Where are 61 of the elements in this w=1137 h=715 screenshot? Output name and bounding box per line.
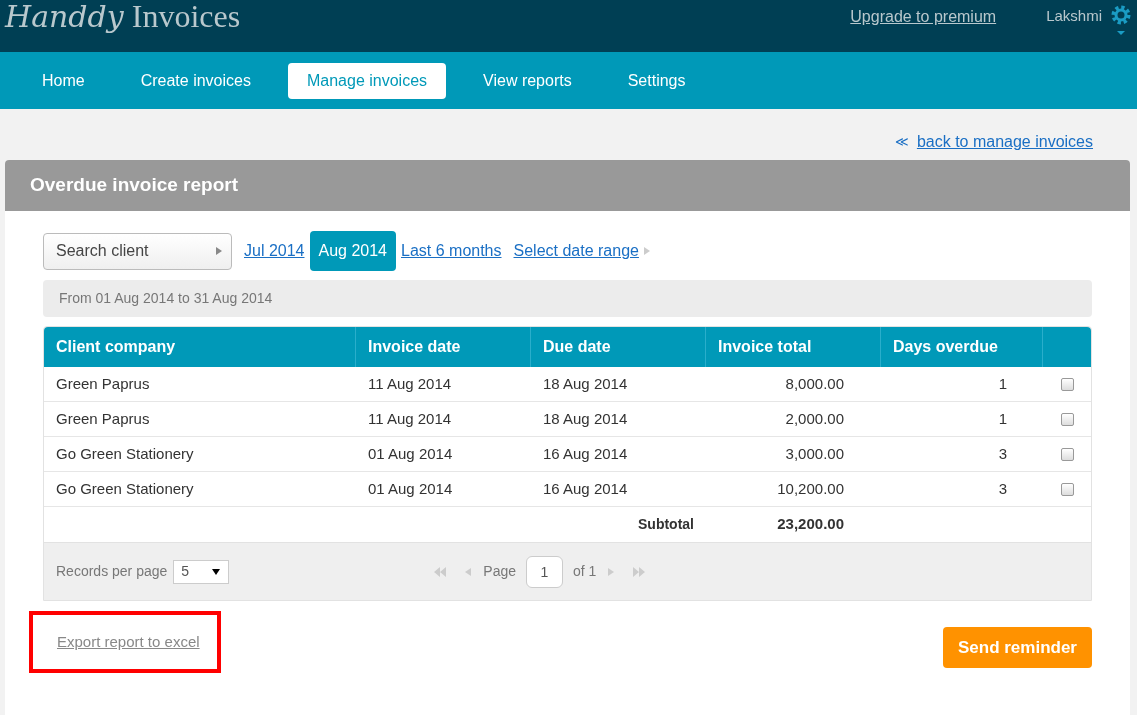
table-cell-text: 16 Aug 2014 — [542, 478, 629, 499]
nav-tab[interactable]: Settings — [608, 62, 705, 99]
column-header: Due date — [531, 327, 706, 367]
table-cell-text: Go Green Stationery — [55, 478, 195, 499]
table-cell-text: 2,000.00 — [784, 408, 845, 429]
table-cell-text: 8,000.00 — [784, 373, 845, 394]
table-cell-text: 10,200.00 — [776, 478, 845, 499]
table-cell-text: 01 Aug 2014 — [367, 478, 454, 499]
table-cell-text: 16 Aug 2014 — [542, 443, 629, 464]
table-cell-text: 11 Aug 2014 — [367, 408, 453, 429]
dropdown-icon — [211, 566, 222, 577]
double-arrow-icon: ≪ — [894, 132, 909, 154]
table-cell-text: 1 — [997, 373, 1008, 394]
user-name: Lakshmi — [1046, 6, 1102, 26]
table-cell-text: 11 Aug 2014 — [367, 373, 453, 394]
nav-tab[interactable]: Manage invoices — [287, 62, 447, 99]
page-count: of 1 — [573, 562, 597, 581]
upgrade-link[interactable]: Upgrade to premium — [850, 5, 997, 29]
records-select[interactable]: 5 — [173, 559, 230, 584]
table-cell-text: 1 — [997, 408, 1008, 429]
subtotal-label: Subtotal — [638, 515, 694, 534]
column-header: Days overdue — [881, 327, 1043, 367]
nav-tab[interactable]: Create invoices — [121, 62, 270, 99]
caret-icon — [214, 245, 224, 256]
subtotal-value: 23,200.00 — [777, 514, 844, 535]
table-cell-text: 01 Aug 2014 — [367, 443, 454, 464]
logo-text: Invoices — [131, 0, 241, 36]
page-label: Page — [483, 562, 516, 581]
settings-icon[interactable] — [1110, 5, 1132, 37]
table-cell-text: Go Green Stationery — [55, 443, 195, 464]
caret-icon — [641, 246, 652, 256]
table-cell-text: 3 — [997, 443, 1008, 464]
table-cell-text: Green Paprus — [55, 373, 151, 394]
column-header: Invoice total — [706, 327, 881, 367]
records-label: Records per page — [56, 562, 168, 581]
search-field[interactable]: Search client — [43, 232, 232, 270]
previous-page-icon — [463, 566, 474, 577]
period-link[interactable]: Last 6 months — [401, 239, 502, 263]
table-cell-text: 18 Aug 2014 — [542, 373, 629, 394]
column-header: Client company — [44, 327, 356, 367]
table-cell-text: Green Paprus — [55, 408, 151, 429]
row-checkbox[interactable] — [1060, 377, 1074, 391]
page-field[interactable]: 1 — [526, 555, 563, 588]
table-cell-text: 18 Aug 2014 — [542, 408, 629, 429]
period-link[interactable]: Aug 2014 — [309, 231, 396, 271]
back-link[interactable]: back to manage invoices — [916, 130, 1093, 154]
period-link[interactable]: Jul 2014 — [244, 239, 305, 263]
table-cell-text: 3,000.00 — [784, 443, 845, 464]
date-range-text: From 01 Aug 2014 to 31 Aug 2014 — [59, 289, 273, 308]
nav-tab[interactable]: Home — [23, 62, 104, 99]
table-cell-text: 3 — [997, 478, 1008, 499]
logo-script: Handdy — [5, 0, 124, 36]
column-header: Invoice date — [356, 327, 531, 367]
report-title: Overdue invoice report — [30, 173, 238, 198]
row-checkbox[interactable] — [1060, 482, 1074, 496]
nav-tab[interactable]: View reports — [464, 62, 591, 99]
send-reminder-button[interactable]: Send reminder — [942, 627, 1092, 668]
period-link[interactable]: Select date range — [513, 239, 639, 263]
row-checkbox[interactable] — [1060, 412, 1074, 426]
export-link[interactable]: Export report to excel — [57, 630, 200, 654]
row-checkbox[interactable] — [1060, 447, 1074, 461]
